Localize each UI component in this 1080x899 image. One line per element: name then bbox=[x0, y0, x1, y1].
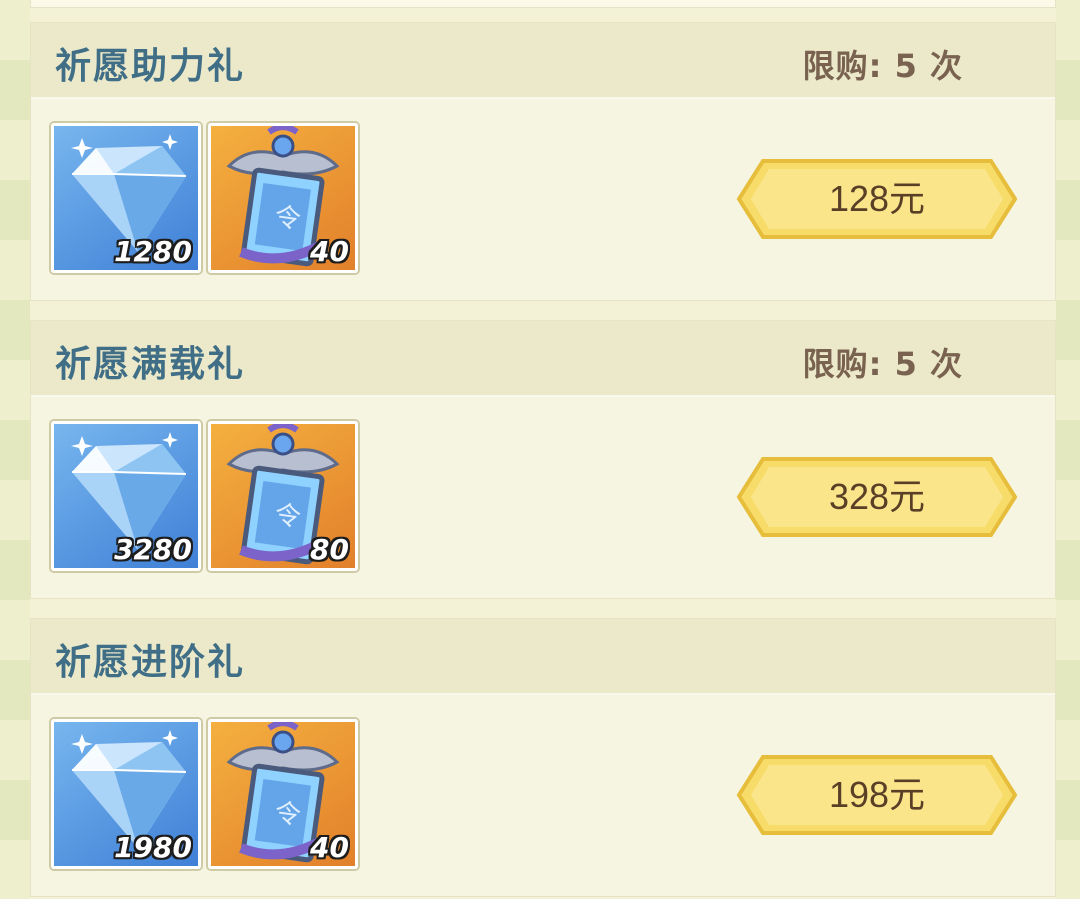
reward-item-gem[interactable]: 1980 bbox=[51, 719, 201, 869]
svg-text:令: 令 bbox=[273, 798, 303, 831]
item-quantity: 1280 bbox=[114, 235, 192, 268]
reward-item-gem[interactable]: 1280 bbox=[51, 123, 201, 273]
purchase-limit: 限购: 5 次 bbox=[802, 47, 963, 85]
gift-pack-card: 祈愿满载礼 限购: 5 次 3280 令 80 328元 bbox=[30, 320, 1056, 599]
previous-card-edge bbox=[30, 0, 1056, 8]
card-header: 祈愿满载礼 限购: 5 次 bbox=[31, 321, 1055, 397]
buy-button[interactable]: 198元 bbox=[729, 751, 1025, 839]
buy-button[interactable]: 128元 bbox=[729, 155, 1025, 243]
price-label: 198元 bbox=[828, 774, 926, 815]
card-header: 祈愿进阶礼 bbox=[31, 619, 1055, 695]
reward-item-gem[interactable]: 3280 bbox=[51, 421, 201, 571]
right-border-decoration bbox=[1056, 0, 1080, 899]
item-quantity: 3280 bbox=[114, 533, 192, 566]
purchase-limit: 限购: 5 次 bbox=[802, 345, 963, 383]
reward-item-wish-token[interactable]: 令 80 bbox=[208, 421, 358, 571]
left-border-decoration bbox=[0, 0, 30, 899]
item-quantity: 40 bbox=[310, 831, 349, 864]
reward-item-wish-token[interactable]: 令 40 bbox=[208, 719, 358, 869]
price-label: 328元 bbox=[828, 476, 926, 517]
item-quantity: 1980 bbox=[114, 831, 192, 864]
pack-title: 祈愿满载礼 bbox=[55, 344, 246, 385]
svg-text:令: 令 bbox=[273, 500, 303, 533]
pack-title: 祈愿进阶礼 bbox=[55, 642, 246, 683]
pack-title: 祈愿助力礼 bbox=[55, 46, 246, 87]
buy-button[interactable]: 328元 bbox=[729, 453, 1025, 541]
gift-pack-card: 祈愿助力礼 限购: 5 次 1280 令 40 128元 bbox=[30, 22, 1056, 301]
gift-pack-card: 祈愿进阶礼 1980 令 40 198元 bbox=[30, 618, 1056, 897]
item-quantity: 80 bbox=[310, 533, 349, 566]
item-quantity: 40 bbox=[310, 235, 349, 268]
card-header: 祈愿助力礼 限购: 5 次 bbox=[31, 23, 1055, 99]
svg-text:令: 令 bbox=[273, 202, 303, 235]
price-label: 128元 bbox=[828, 178, 926, 219]
reward-item-wish-token[interactable]: 令 40 bbox=[208, 123, 358, 273]
